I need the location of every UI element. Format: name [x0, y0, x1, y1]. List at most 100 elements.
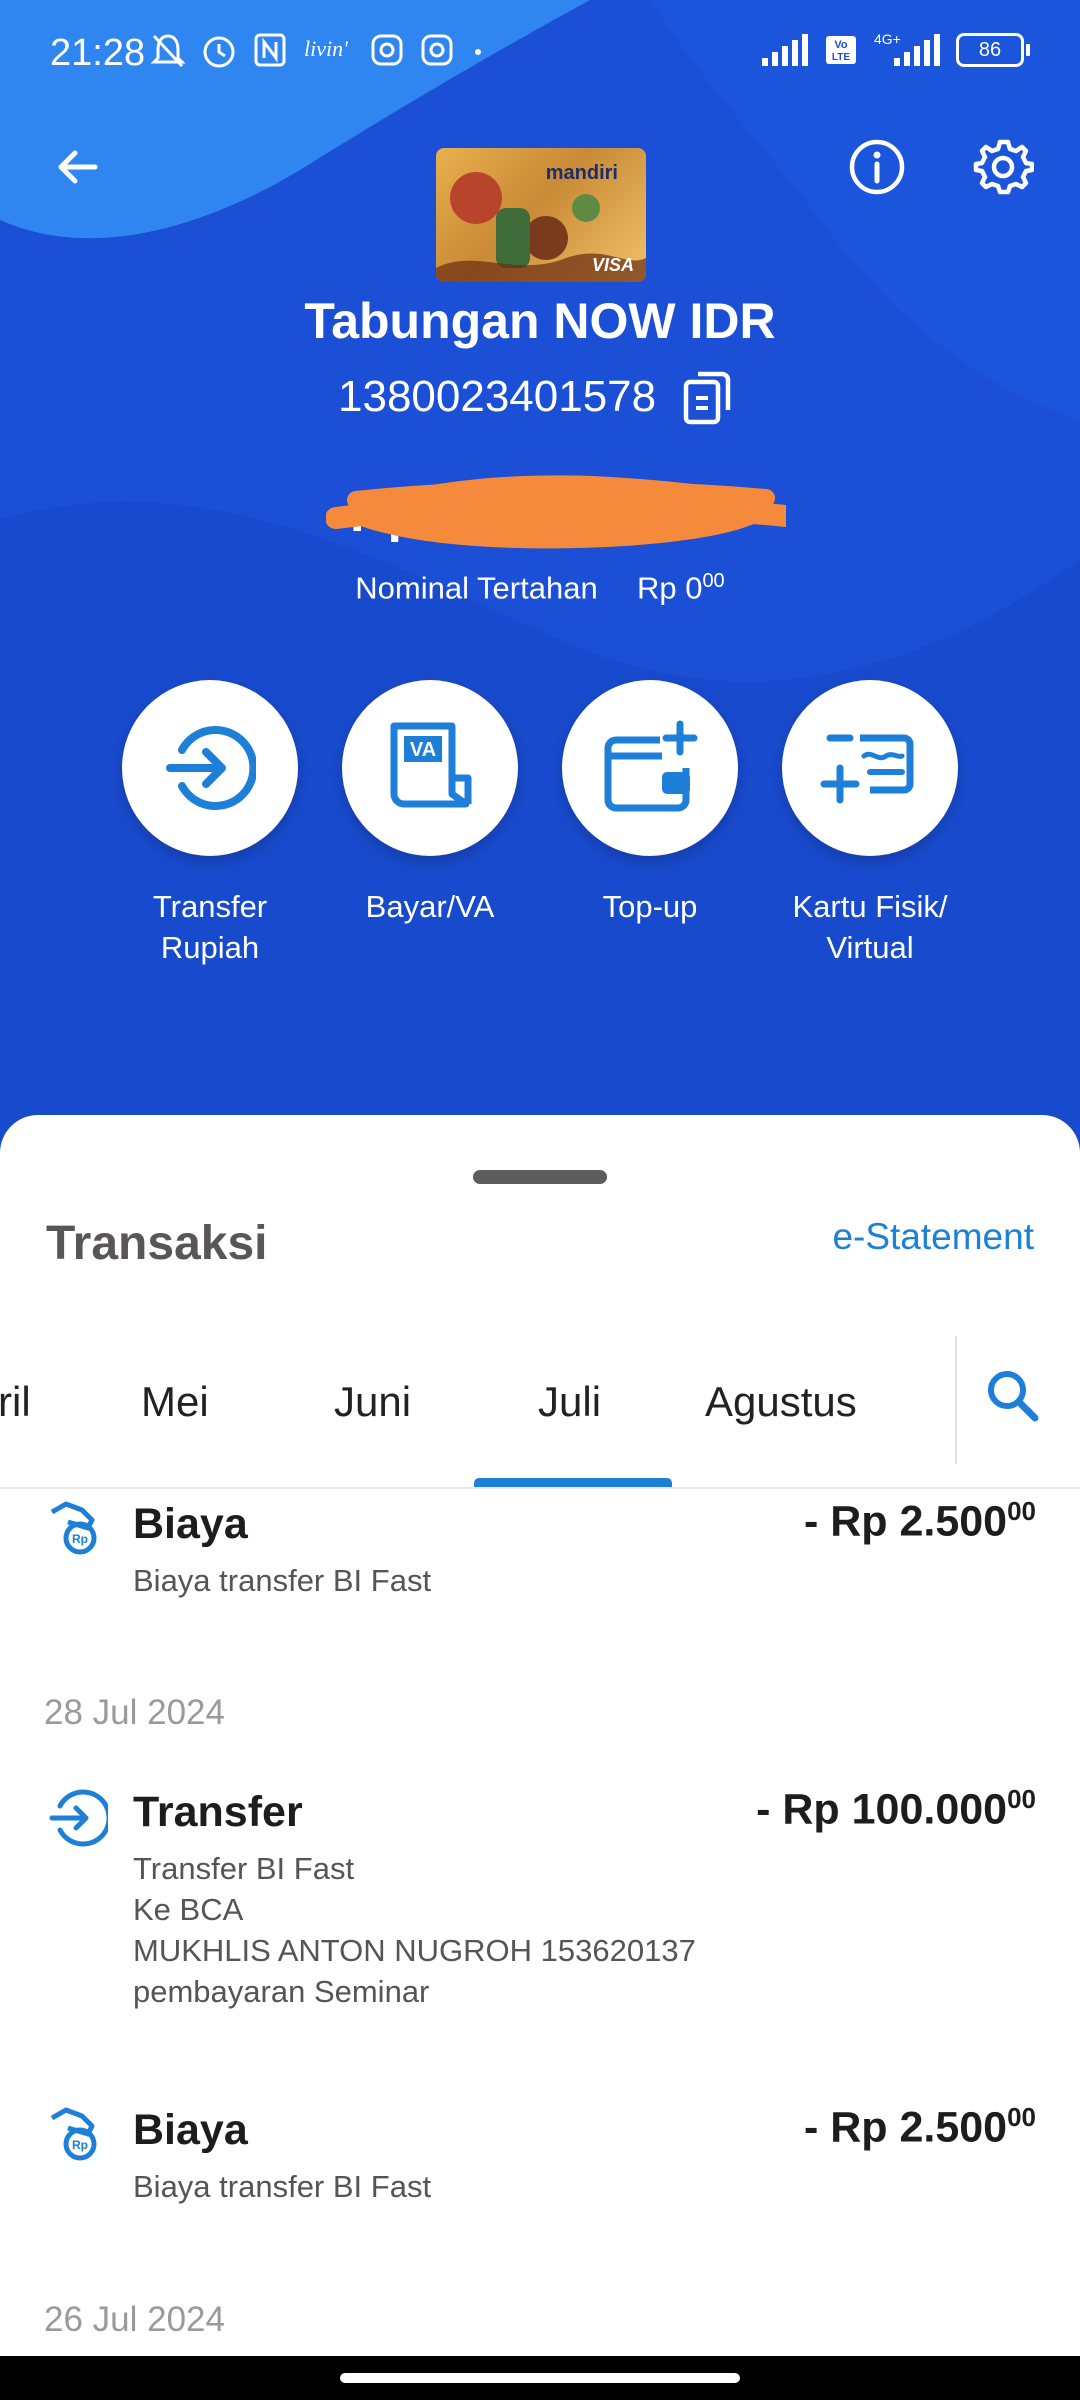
search-icon	[988, 1371, 1039, 1422]
instagram-icon	[421, 34, 453, 66]
transaction-type: Biaya	[133, 1500, 248, 1548]
tabs-divider	[955, 1336, 957, 1464]
signal-icon	[762, 34, 808, 66]
battery-level: 86	[978, 38, 1002, 61]
transaction-description: Biaya transfer BI Fast	[133, 2166, 431, 2207]
status-bar: 21:28 livin' Vo LTE 4G+ 86	[0, 0, 1080, 110]
card-network-logo: VISA	[591, 255, 634, 275]
month-tabs: ril Mei Juni Juli Agustus	[0, 1330, 1080, 1488]
transaction-desc-line: Biaya transfer BI Fast	[133, 1563, 432, 1598]
action-top-up[interactable]: Top-up	[540, 680, 760, 927]
action-label-line1: Transfer	[152, 889, 268, 924]
home-gesture-pill[interactable]	[340, 2373, 740, 2383]
date-header: 26 Jul 2024	[44, 2300, 225, 2339]
wallet-plus-icon	[604, 720, 698, 812]
transaction-amount-cents: 00	[1007, 2102, 1036, 2132]
tab-april[interactable]: ril	[0, 1378, 31, 1426]
copy-icon	[683, 371, 731, 425]
action-topup-circle[interactable]	[562, 680, 738, 856]
alarm-icon	[203, 36, 235, 68]
volte-icon: VoLTE	[826, 36, 856, 64]
svg-text:livin': livin'	[304, 36, 348, 61]
dot-icon	[475, 49, 481, 55]
transaction-amount-cents: 00	[1007, 1496, 1036, 1526]
info-button[interactable]	[846, 136, 908, 198]
fee-icon: Rp	[50, 2107, 97, 2161]
livin-icon: livin'	[304, 36, 348, 61]
transactions-sheet	[0, 1115, 1080, 2400]
instagram-icon	[371, 34, 403, 66]
info-icon	[849, 139, 905, 195]
redaction-scribble	[326, 475, 786, 549]
svg-text:Vo: Vo	[834, 39, 848, 51]
transaction-amount-cents: 00	[1007, 1784, 1036, 1814]
transaction-type: Biaya	[133, 2106, 248, 2154]
hold-amount-row: Nominal Tertahan Rp 000	[0, 570, 1080, 606]
mute-bell-icon	[150, 34, 186, 68]
action-label-line1: Kartu Fisik/	[792, 889, 948, 924]
debit-card-image[interactable]: mandiri VISA	[436, 148, 646, 282]
action-label-line2: Rupiah	[160, 930, 260, 965]
transaction-desc-line: MUKHLIS ANTON NUGROH 153620137	[133, 1933, 696, 1968]
sheet-drag-handle[interactable]	[473, 1170, 607, 1184]
action-label: Kartu Fisik/ Virtual	[760, 886, 980, 968]
transaction-amount: - Rp 2.50000	[804, 2102, 1036, 2152]
settings-button[interactable]	[972, 136, 1034, 198]
svg-text:VA: VA	[410, 739, 436, 761]
nfc-icon	[254, 33, 286, 67]
action-label: Top-up	[540, 886, 760, 927]
transfer-icon	[166, 726, 256, 810]
transfer-icon	[49, 1789, 108, 1847]
tab-juli[interactable]: Juli	[538, 1378, 601, 1426]
transaction-desc-line: pembayaran Seminar	[133, 1974, 430, 2009]
date-header: 28 Jul 2024	[44, 1693, 225, 1732]
transaction-amount: - Rp 2.50000	[804, 1496, 1036, 1546]
status-notification-icons: livin'	[150, 30, 488, 70]
e-statement-link[interactable]: e-Statement	[832, 1216, 1034, 1258]
action-label-line1: Bayar/VA	[365, 889, 495, 924]
action-transfer-rupiah[interactable]: Transfer Rupiah	[100, 680, 320, 968]
tab-mei[interactable]: Mei	[141, 1378, 209, 1426]
transaction-amount-value: - Rp 2.500	[803, 2103, 1008, 2152]
search-transactions-button[interactable]	[985, 1368, 1041, 1429]
account-name: Tabungan NOW IDR	[304, 293, 776, 349]
action-label-line2: Virtual	[826, 930, 914, 965]
copy-account-number-button[interactable]	[682, 370, 734, 431]
arrow-left-icon	[58, 150, 98, 184]
card-plus-icon	[820, 734, 914, 804]
battery-indicator: 86	[956, 33, 1030, 67]
action-kartu-fisik-virtual[interactable]: Kartu Fisik/ Virtual	[760, 680, 980, 968]
action-va-circle[interactable]: VA	[342, 680, 518, 856]
balance-redacted: Rp	[326, 470, 786, 560]
tab-agustus[interactable]: Agustus	[705, 1378, 857, 1426]
transaction-desc-line: Ke BCA	[133, 1892, 244, 1927]
transactions-title: Transaksi	[46, 1217, 268, 1270]
hold-amount: Rp 0	[636, 570, 703, 606]
va-icon: VA	[390, 722, 472, 808]
hold-label: Nominal Tertahan	[355, 570, 598, 606]
card-brand: mandiri	[545, 162, 618, 184]
action-card-circle[interactable]	[782, 680, 958, 856]
action-label: Transfer Rupiah	[100, 886, 320, 968]
gear-icon	[973, 139, 1034, 195]
transaction-description: Transfer BI Fast Ke BCA MUKHLIS ANTON NU…	[133, 1848, 696, 2012]
hold-amount-cents: 00	[702, 570, 725, 592]
tabs-bottom-border	[0, 1487, 1080, 1489]
transaction-desc-line: Transfer BI Fast	[133, 1851, 355, 1886]
transaction-description: Biaya transfer BI Fast	[133, 1560, 431, 1601]
transaction-amount-value: - Rp 100.000	[756, 1785, 1008, 1834]
signal-4g-icon: 4G+	[874, 31, 940, 66]
action-bayar-va[interactable]: VA Bayar/VA	[320, 680, 540, 927]
status-system-icons: Vo LTE 4G+ 86	[760, 30, 1030, 70]
transaction-type: Transfer	[133, 1788, 303, 1836]
status-time: 21:28	[50, 32, 146, 74]
action-transfer-circle[interactable]	[122, 680, 298, 856]
svg-text:LTE: LTE	[832, 52, 850, 63]
transaction-amount-value: - Rp 2.500	[803, 1497, 1008, 1546]
transaction-desc-line: Biaya transfer BI Fast	[133, 2169, 432, 2204]
transaction-amount: - Rp 100.00000	[756, 1784, 1036, 1834]
back-button[interactable]	[44, 134, 110, 200]
tab-juni[interactable]: Juni	[334, 1378, 411, 1426]
svg-text:Rp: Rp	[72, 1532, 88, 1546]
svg-text:4G+: 4G+	[874, 31, 901, 47]
